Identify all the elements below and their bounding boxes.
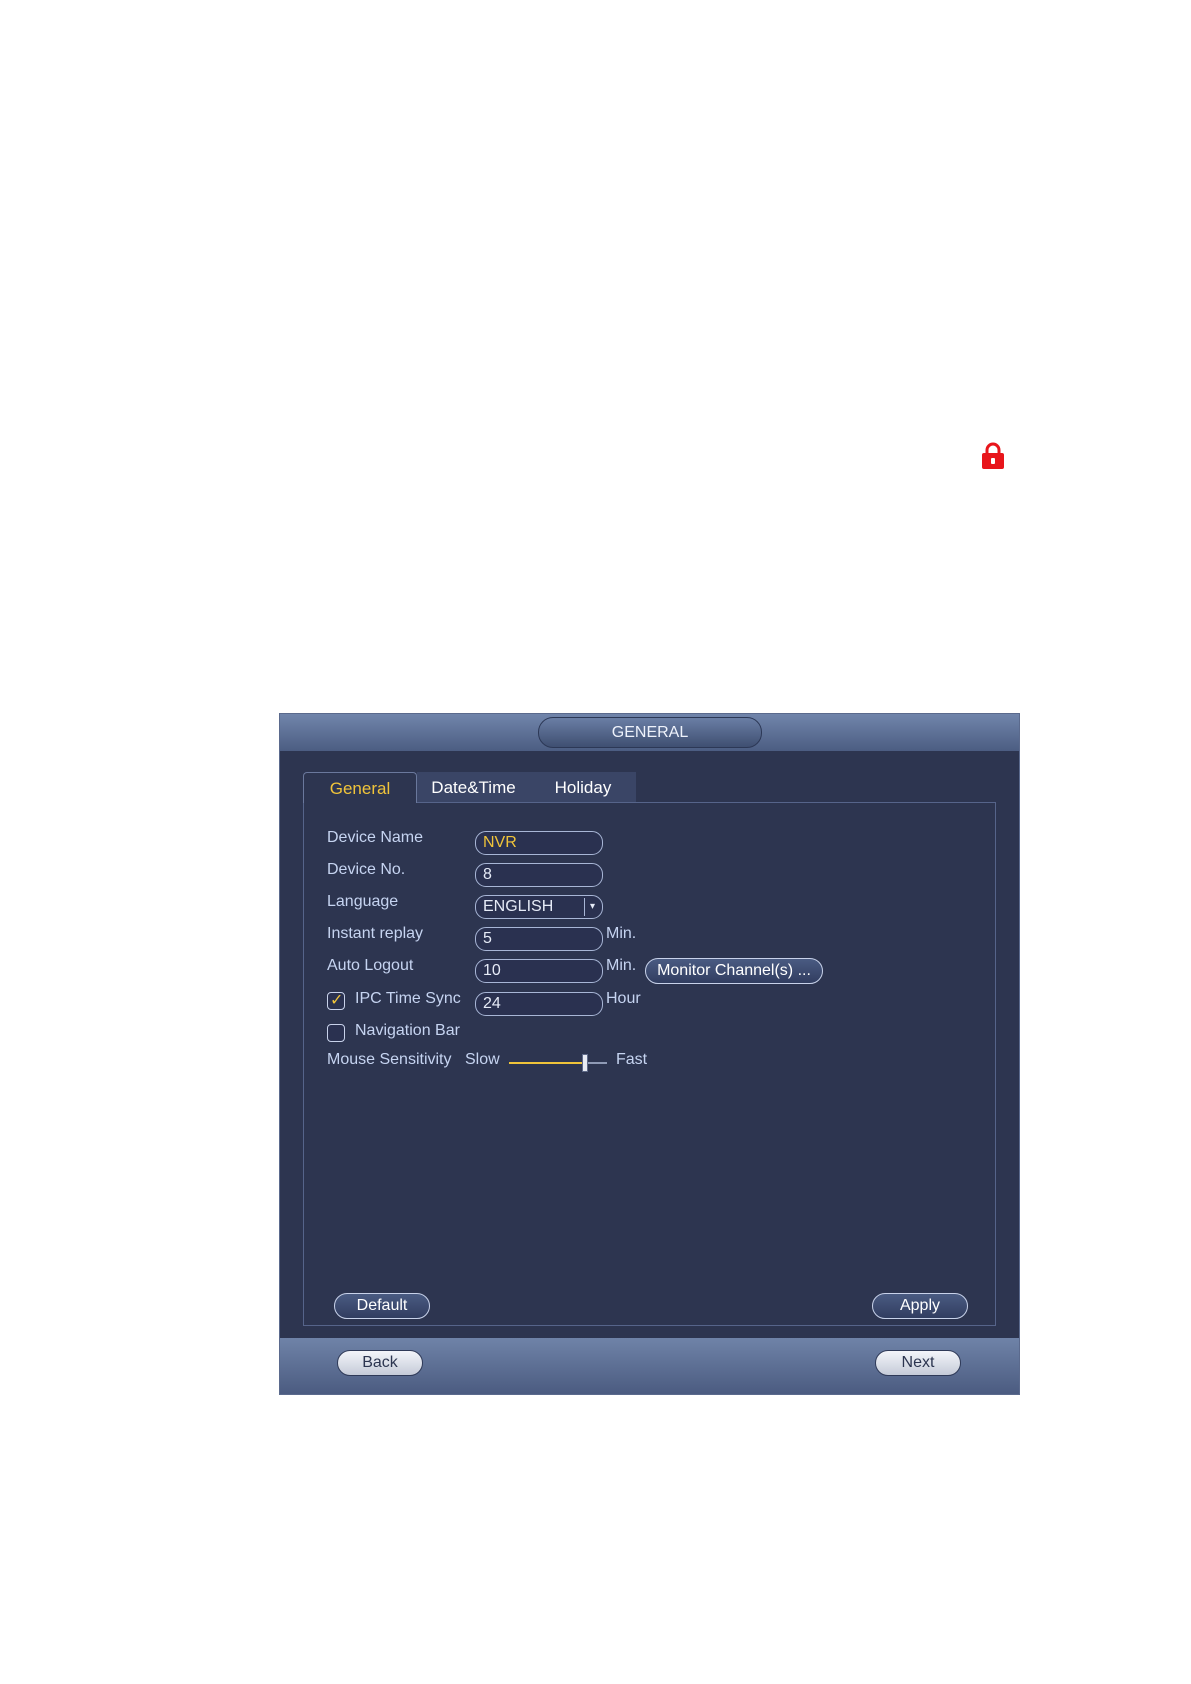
device-name-label: Device Name — [327, 829, 424, 846]
back-button[interactable]: Back — [337, 1350, 423, 1376]
tab-general[interactable]: General — [303, 772, 417, 803]
tab-date-time[interactable]: Date&Time — [417, 772, 530, 803]
instant-replay-input[interactable]: 5 — [475, 927, 603, 951]
default-button[interactable]: Default — [334, 1293, 430, 1319]
slider-fill — [509, 1062, 585, 1064]
ipc-time-sync-checkbox[interactable]: ✓ — [327, 992, 345, 1010]
chevron-down-icon[interactable]: ▾ — [584, 898, 600, 916]
window-title: GENERAL — [538, 717, 762, 748]
instant-replay-label: Instant replay — [327, 925, 424, 942]
auto-logout-input[interactable]: 10 — [475, 959, 603, 983]
tab-holiday[interactable]: Holiday — [530, 772, 636, 803]
lock-icon — [982, 442, 1004, 469]
general-settings-window: GENERAL General Date&Time Holiday Device… — [279, 713, 1020, 1395]
slider-track — [585, 1062, 607, 1064]
language-select[interactable]: ENGLISH ▾ — [475, 895, 603, 919]
checkmark-icon: ✓ — [330, 992, 344, 1009]
language-label: Language — [327, 893, 399, 910]
device-name-input[interactable]: NVR — [475, 831, 603, 855]
title-bar: GENERAL — [280, 714, 1019, 751]
mouse-sensitivity-slider[interactable] — [509, 1053, 607, 1073]
ipc-time-sync-label: IPC Time Sync — [355, 990, 461, 1007]
monitor-channels-button[interactable]: Monitor Channel(s) ... — [645, 958, 823, 984]
navigation-bar-checkbox[interactable] — [327, 1024, 345, 1042]
bottom-bar: Back Next — [280, 1338, 1019, 1394]
next-button[interactable]: Next — [875, 1350, 961, 1376]
ipc-time-sync-input[interactable]: 24 — [475, 992, 603, 1016]
auto-logout-unit: Min. — [606, 957, 637, 974]
mouse-sensitivity-label: Mouse Sensitivity — [327, 1051, 452, 1068]
slider-thumb[interactable] — [582, 1054, 588, 1072]
device-no-label: Device No. — [327, 861, 406, 878]
auto-logout-label: Auto Logout — [327, 957, 414, 974]
slider-min-label: Slow — [465, 1051, 500, 1068]
apply-button[interactable]: Apply — [872, 1293, 968, 1319]
device-no-input[interactable]: 8 — [475, 863, 603, 887]
ipc-time-sync-unit: Hour — [606, 990, 641, 1007]
navigation-bar-label: Navigation Bar — [355, 1022, 460, 1039]
instant-replay-unit: Min. — [606, 925, 637, 942]
general-panel: Device Name NVR Device No. 8 Language EN… — [303, 802, 996, 1326]
slider-max-label: Fast — [616, 1051, 648, 1068]
language-value: ENGLISH — [483, 898, 554, 915]
